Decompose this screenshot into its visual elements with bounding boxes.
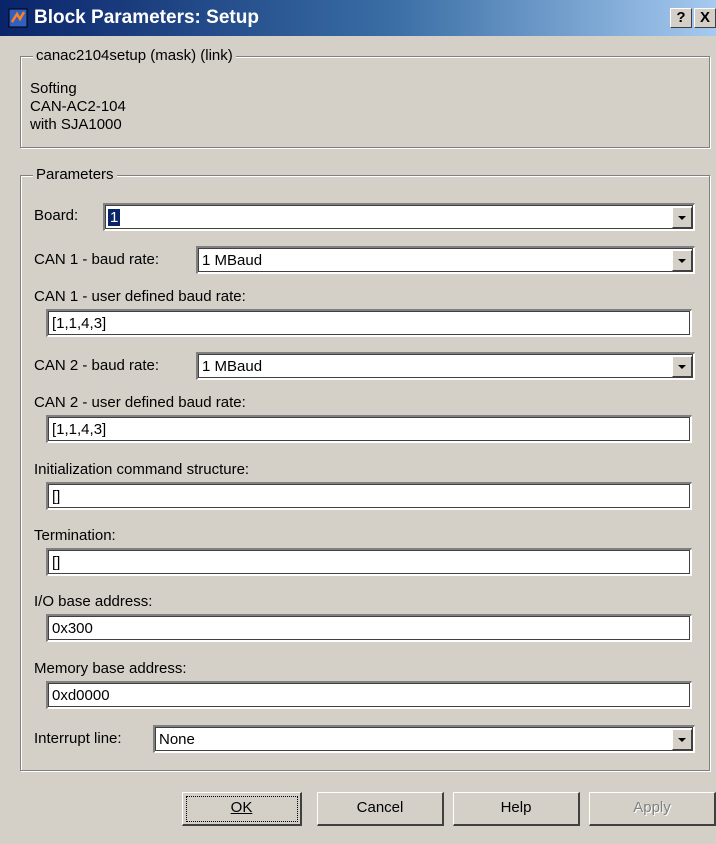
io-base-label: I/O base address: — [34, 593, 153, 610]
can2-user-value: [1,1,4,3] — [52, 421, 107, 438]
mem-base-value: 0xd0000 — [52, 687, 110, 704]
apply-button[interactable]: Apply — [589, 792, 716, 826]
termination-field[interactable]: [] — [46, 548, 692, 576]
chevron-down-icon[interactable] — [672, 729, 692, 750]
mem-base-field[interactable]: 0xd0000 — [46, 681, 692, 709]
can1-baud-value: 1 MBaud — [202, 252, 263, 269]
can2-baud-select[interactable]: 1 MBaud — [196, 352, 695, 380]
close-button[interactable]: X — [694, 8, 716, 28]
description-line: Softing — [30, 80, 77, 97]
window-title: Block Parameters: Setup — [34, 7, 259, 28]
context-help-button[interactable]: ? — [670, 8, 692, 28]
chevron-down-icon[interactable] — [672, 207, 692, 228]
termination-label: Termination: — [34, 527, 116, 544]
mask-group-legend: canac2104setup (mask) (link) — [33, 47, 236, 65]
init-field[interactable]: [] — [46, 482, 692, 510]
cancel-button[interactable]: Cancel — [317, 792, 444, 826]
ok-label: OK — [230, 799, 253, 816]
mem-base-label: Memory base address: — [34, 660, 187, 677]
chevron-down-icon[interactable] — [672, 356, 692, 377]
board-value: 1 — [108, 209, 121, 226]
can2-baud-value: 1 MBaud — [202, 358, 263, 375]
can2-baud-label: CAN 2 - baud rate: — [34, 357, 160, 374]
interrupt-label: Interrupt line: — [34, 730, 122, 747]
can1-user-value: [1,1,4,3] — [52, 315, 107, 332]
interrupt-value: None — [159, 731, 195, 748]
board-select[interactable]: 1 — [103, 203, 695, 231]
can2-user-label: CAN 2 - user defined baud rate: — [34, 394, 246, 411]
can1-baud-select[interactable]: 1 MBaud — [196, 246, 695, 274]
help-label: Help — [500, 799, 532, 816]
interrupt-select[interactable]: None — [153, 725, 695, 753]
chevron-down-icon[interactable] — [672, 250, 692, 271]
can1-baud-label: CAN 1 - baud rate: — [34, 251, 160, 268]
title-bar: Block Parameters: Setup ? X — [0, 0, 716, 36]
mask-description: Softing CAN-AC2-104 with SJA1000 — [30, 80, 126, 134]
board-label: Board: — [34, 207, 79, 224]
init-value: [] — [52, 488, 61, 505]
termination-value: [] — [52, 554, 61, 571]
can2-user-field[interactable]: [1,1,4,3] — [46, 415, 692, 443]
parameters-group-legend: Parameters — [33, 166, 117, 184]
can1-user-label: CAN 1 - user defined baud rate: — [34, 288, 246, 305]
can1-user-field[interactable]: [1,1,4,3] — [46, 309, 692, 337]
help-button[interactable]: Help — [453, 792, 580, 826]
io-base-field[interactable]: 0x300 — [46, 614, 692, 642]
io-base-value: 0x300 — [52, 620, 93, 637]
init-label: Initialization command structure: — [34, 461, 250, 478]
description-line: with SJA1000 — [30, 116, 122, 133]
apply-label: Apply — [633, 799, 671, 816]
simulink-block-icon — [8, 8, 28, 28]
description-line: CAN-AC2-104 — [30, 98, 126, 115]
cancel-label: Cancel — [356, 799, 404, 816]
ok-button[interactable]: OK — [182, 792, 302, 826]
